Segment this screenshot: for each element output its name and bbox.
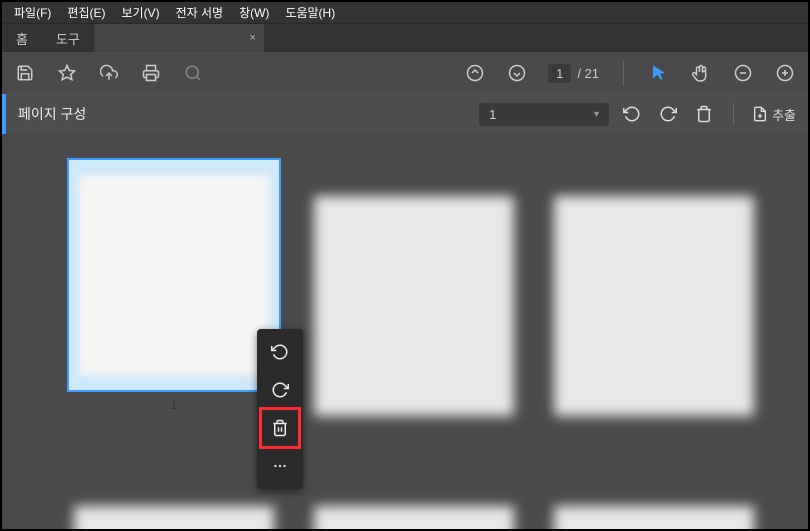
rotate-cw-icon[interactable] — [657, 103, 679, 125]
popup-delete-icon[interactable] — [261, 409, 299, 447]
page-up-icon[interactable] — [464, 62, 486, 84]
tab-document[interactable]: × — [94, 24, 264, 52]
organize-toolbar: 페이지 구성 1 ▾ 추출 — [2, 94, 808, 134]
page-select-value: 1 — [489, 107, 496, 122]
extract-label: 추출 — [772, 105, 796, 124]
page-context-popup — [257, 329, 303, 489]
page-thumbnail-2[interactable] — [314, 196, 514, 446]
menubar: 파일(F) 편집(E) 보기(V) 전자 서명 창(W) 도움말(H) — [2, 2, 808, 24]
zoom-out-icon[interactable] — [732, 62, 754, 84]
extract-button[interactable]: 추출 — [752, 105, 796, 124]
menu-view[interactable]: 보기(V) — [113, 4, 167, 21]
toolbar-divider — [623, 60, 624, 86]
popup-rotate-ccw-icon[interactable] — [261, 333, 299, 371]
cloud-upload-icon[interactable] — [98, 62, 120, 84]
total-pages-label: / 21 — [577, 66, 599, 81]
pointer-icon[interactable] — [648, 62, 670, 84]
rotate-ccw-icon[interactable] — [621, 103, 643, 125]
search-icon[interactable] — [182, 62, 204, 84]
main-toolbar: 1 / 21 — [2, 52, 808, 94]
tab-tools[interactable]: 도구 — [42, 24, 94, 52]
page-number-label: 1 — [171, 398, 178, 412]
menu-edit[interactable]: 편집(E) — [59, 4, 113, 21]
star-icon[interactable] — [56, 62, 78, 84]
menu-help[interactable]: 도움말(H) — [277, 4, 343, 21]
page-preview — [314, 506, 514, 529]
page-preview — [554, 506, 754, 529]
tab-bar: 홈 도구 × — [2, 24, 808, 52]
page-counter: 1 / 21 — [548, 64, 599, 83]
page-down-icon[interactable] — [506, 62, 528, 84]
zoom-in-icon[interactable] — [774, 62, 796, 84]
subtoolbar-divider — [733, 103, 734, 125]
chevron-down-icon: ▾ — [594, 109, 599, 120]
page-thumbnail-1[interactable]: 1 — [74, 166, 274, 416]
thumbnail-area: 1 — [2, 134, 808, 529]
page-select-dropdown[interactable]: 1 ▾ — [479, 103, 609, 126]
page-thumbnail-6[interactable] — [554, 506, 754, 529]
trash-icon[interactable] — [693, 103, 715, 125]
popup-more-icon[interactable] — [261, 447, 299, 485]
page-preview — [314, 196, 514, 416]
page-preview — [554, 196, 754, 416]
page-preview — [79, 175, 269, 375]
menu-window[interactable]: 창(W) — [231, 4, 277, 21]
page-thumbnail-5[interactable] — [314, 506, 514, 529]
hand-icon[interactable] — [690, 62, 712, 84]
current-page-input[interactable]: 1 — [548, 64, 571, 83]
organize-pages-title: 페이지 구성 — [18, 104, 86, 124]
page-thumbnail-3[interactable] — [554, 196, 754, 446]
menu-sign[interactable]: 전자 서명 — [168, 4, 232, 21]
popup-rotate-cw-icon[interactable] — [261, 371, 299, 409]
close-icon[interactable]: × — [249, 32, 255, 44]
tab-home[interactable]: 홈 — [2, 24, 42, 52]
print-icon[interactable] — [140, 62, 162, 84]
save-icon[interactable] — [14, 62, 36, 84]
menu-file[interactable]: 파일(F) — [6, 4, 59, 21]
page-preview — [74, 506, 274, 529]
page-thumbnail-4[interactable] — [74, 506, 274, 529]
